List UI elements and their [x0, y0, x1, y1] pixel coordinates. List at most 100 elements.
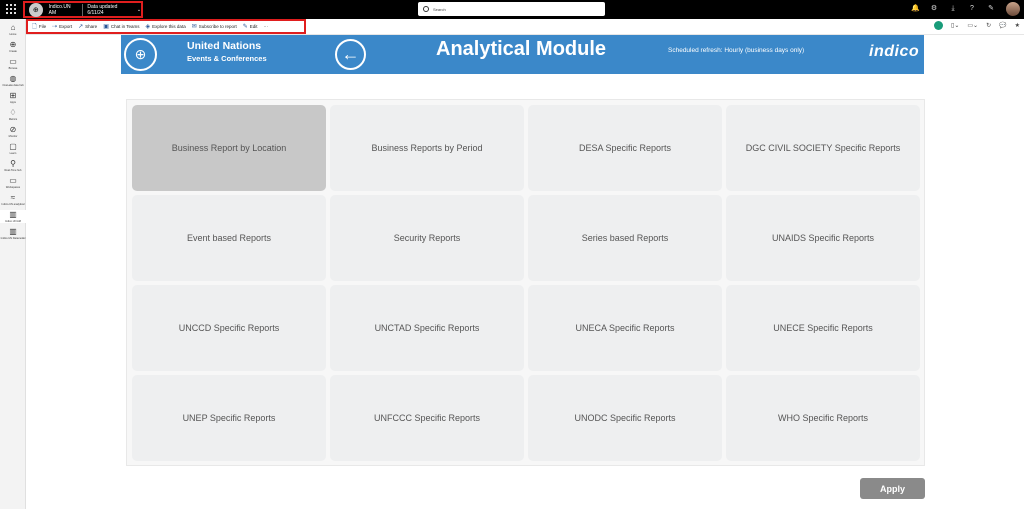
back-arrow-button[interactable]: ←	[335, 39, 366, 70]
report-tile[interactable]: UNODC Specific Reports	[528, 375, 722, 461]
notifications-icon[interactable]: 🔔	[911, 5, 920, 13]
bookmark-icon[interactable]: ▯⌄	[951, 22, 959, 29]
report-tile[interactable]: WHO Specific Reports	[726, 375, 920, 461]
sidebar-item-onelake-data-hub[interactable]: ◍ OneLake data hub	[0, 74, 26, 87]
settings-icon[interactable]: ⚙	[930, 5, 938, 13]
apply-button[interactable]: Apply	[860, 478, 925, 499]
sidebar-item-real-time-hub[interactable]: ⚲ Real-Time hub	[0, 159, 26, 172]
sidebar-item-label: Indico.UN Datamodel	[0, 237, 26, 240]
report-tile[interactable]: UNECA Specific Reports	[528, 285, 722, 371]
toolbar-item-label: Export	[59, 24, 73, 29]
report-tile[interactable]: DESA Specific Reports	[528, 105, 722, 191]
left-navigation: ⌂ Home ⊕ Create ▭ Browse ◍ OneLake data hub ⊞ App…	[0, 19, 26, 509]
report-icon: ▥	[9, 227, 17, 236]
toolbar-right: ▯⌄ ▭⌄ ↻ 💬 ★	[934, 21, 1020, 30]
workspace-icon: ≈	[10, 193, 16, 202]
top-right-icons: 🔔 ⚙ ⤓ ? ✎	[911, 2, 1020, 16]
file-icon: 🗋	[32, 23, 37, 30]
share-icon: ↗	[78, 24, 84, 30]
toolbar-item-label: Chat in Teams	[110, 24, 140, 29]
top-bar: ⊕ Indico.UN AM Data updated 6/11/24 ⌄ Se…	[0, 0, 1024, 19]
report-tile[interactable]: Security Reports	[330, 195, 524, 281]
report-tile[interactable]: UNECE Specific Reports	[726, 285, 920, 371]
sidebar-item-browse[interactable]: ▭ Browse	[0, 57, 26, 70]
browse-icon: ▭	[9, 57, 17, 66]
download-icon[interactable]: ⤓	[949, 5, 957, 13]
report-toolbar: 🗋 File ⇢ Export ↗ Share ▣ Chat in Teams ◈ Explore…	[26, 19, 1024, 35]
org-name: United Nations	[187, 40, 262, 52]
toolbar-file[interactable]: 🗋 File	[32, 22, 46, 32]
sidebar-item-metrics[interactable]: ♢ Metrics	[0, 108, 26, 121]
report-tile[interactable]: UNAIDS Specific Reports	[726, 195, 920, 281]
report-tile[interactable]: UNFCCC Specific Reports	[330, 375, 524, 461]
toolbar-share[interactable]: ↗ Share	[78, 23, 97, 30]
favorite-icon[interactable]: ★	[1015, 22, 1020, 29]
toolbar-actions: 🗋 File ⇢ Export ↗ Share ▣ Chat in Teams ◈ Explore…	[26, 19, 306, 34]
sidebar-item-label: Home	[9, 33, 17, 36]
avatar[interactable]	[1006, 2, 1020, 16]
toolbar-export[interactable]: ⇢ Export	[52, 23, 72, 30]
edit-icon: ✎	[242, 24, 248, 30]
report-tile[interactable]: Business Reports by Period	[330, 105, 524, 191]
report-tile[interactable]: DGC CIVIL SOCIETY Specific Reports	[726, 105, 920, 191]
sidebar-item-learn[interactable]: ▢ Learn	[0, 142, 26, 155]
explore-icon: ◈	[145, 24, 151, 30]
sidebar-item-label: Learn	[9, 152, 17, 155]
report-tile[interactable]: UNCCD Specific Reports	[132, 285, 326, 371]
report-tile[interactable]: Event based Reports	[132, 195, 326, 281]
data-updated-label[interactable]: Data updated 6/11/24	[87, 4, 133, 16]
workspace-header[interactable]: ⊕ Indico.UN AM Data updated 6/11/24 ⌄	[23, 1, 143, 18]
feedback-icon[interactable]: ✎	[987, 5, 995, 13]
create-icon: ⊕	[9, 40, 17, 49]
sidebar-item-label: Indico.UN analytical	[1, 203, 25, 206]
sidebar-item-apps[interactable]: ⊞ Apps	[0, 91, 26, 104]
toolbar-edit[interactable]: ✎ Edit	[243, 23, 258, 30]
workspaces-icon: ▭	[9, 176, 17, 185]
toolbar-item-label: Subscribe to report	[198, 24, 237, 29]
export-icon: ⇢	[52, 24, 58, 30]
workspace-name[interactable]: Indico.UN AM	[49, 3, 84, 16]
sidebar-item-home[interactable]: ⌂ Home	[0, 23, 26, 36]
report-tile-grid: Business Report by Location Business Repo…	[126, 99, 925, 466]
sidebar-item-indico-un-analytical[interactable]: ≈ Indico.UN analytical	[0, 193, 26, 206]
toolbar-subscribe-to-report[interactable]: ✉ Subscribe to report	[192, 23, 237, 30]
org-subtitle: Events & Conferences	[187, 54, 267, 63]
chevron-down-icon[interactable]: ⌄	[137, 7, 141, 13]
apps-icon: ⊞	[9, 91, 17, 100]
un-emblem-icon: ⊕	[124, 38, 157, 71]
help-icon[interactable]: ?	[968, 5, 976, 13]
report-tile[interactable]: Series based Reports	[528, 195, 722, 281]
toolbar-item-label: Edit	[249, 24, 258, 29]
sidebar-item-workspaces[interactable]: ▭ Workspaces	[0, 176, 26, 189]
more-options-icon[interactable]: ···	[264, 24, 269, 29]
home-icon: ⌂	[10, 23, 16, 32]
sidebar-item-label: Browse	[8, 67, 18, 70]
sidebar-item-indico-un-am[interactable]: ▥ Indico.UN AM	[0, 210, 26, 223]
search-box[interactable]: Search	[418, 2, 605, 16]
learn-icon: ▢	[9, 142, 17, 151]
sidebar-item-label: Apps	[10, 101, 16, 104]
refresh-icon[interactable]: ↻	[986, 22, 991, 29]
sidebar-item-create[interactable]: ⊕ Create	[0, 40, 26, 53]
monitor-icon: ⊘	[9, 125, 17, 134]
report-tile[interactable]: Business Report by Location	[132, 105, 326, 191]
sidebar-item-indico-un-datamodel[interactable]: ▥ Indico.UN Datamodel	[0, 227, 26, 240]
search-input[interactable]: Search	[433, 7, 446, 12]
toolbar-chat-in-teams[interactable]: ▣ Chat in Teams	[103, 23, 139, 30]
datahub-icon: ◍	[9, 74, 17, 83]
brand-logo: indico	[869, 43, 920, 60]
sidebar-item-label: Create	[9, 50, 17, 53]
refresh-schedule: Scheduled refresh: Hourly (business days…	[668, 47, 805, 54]
sidebar-item-label: Monitor	[8, 135, 18, 138]
report-tile[interactable]: UNCTAD Specific Reports	[330, 285, 524, 371]
toolbar-explore-this-data[interactable]: ◈ Explore this data	[146, 23, 186, 30]
copilot-icon[interactable]	[934, 21, 944, 30]
view-icon[interactable]: ▭⌄	[967, 22, 978, 29]
sidebar-item-monitor[interactable]: ⊘ Monitor	[0, 125, 26, 138]
sidebar-item-label: Indico.UN AM	[5, 220, 21, 223]
app-launcher-icon[interactable]	[6, 4, 16, 14]
subscribe-icon: ✉	[191, 24, 197, 30]
sidebar-item-label: OneLake data hub	[2, 84, 24, 87]
report-tile[interactable]: UNEP Specific Reports	[132, 375, 326, 461]
comment-icon[interactable]: 💬	[999, 22, 1006, 29]
